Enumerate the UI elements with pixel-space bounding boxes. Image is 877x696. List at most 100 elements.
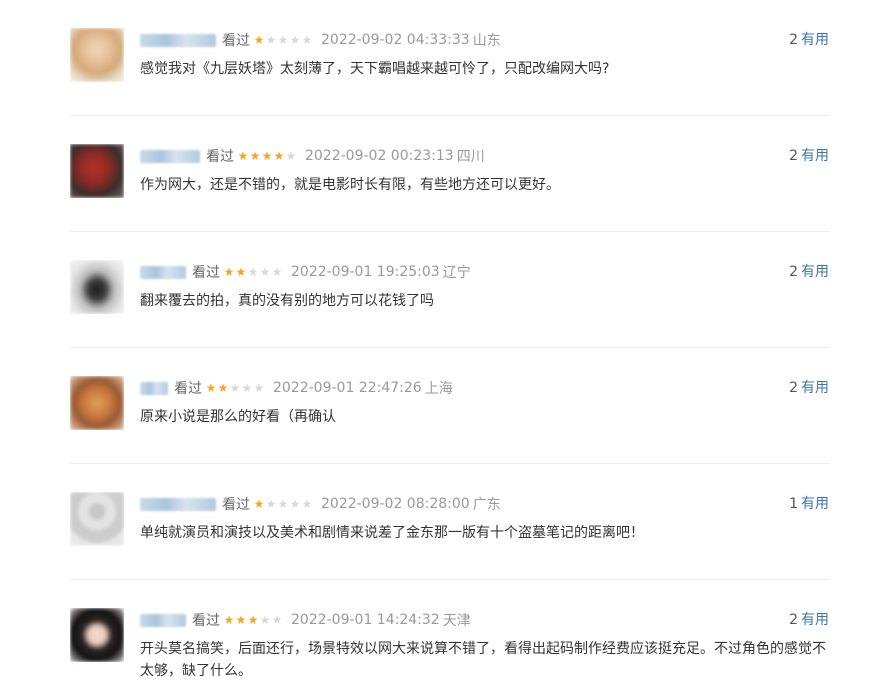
review-location: 山东 xyxy=(472,33,501,49)
star-icon: ★ xyxy=(301,33,313,47)
star-icon: ★ xyxy=(301,497,313,511)
useful-vote: 2 有用 xyxy=(789,378,829,398)
useful-count: 2 xyxy=(789,148,798,164)
rating-stars: ★ ★ ★ ★ ★ xyxy=(253,33,313,47)
star-icon: ★ xyxy=(247,613,259,627)
review-list: 看过 ★ ★ ★ ★ ★ 2022-09-02 04:33:33 山东 2 有用 感觉我对… xyxy=(70,0,829,696)
review-meta: 看过 ★ ★ ★ ★ ★ 2022-09-01 14:24:32 天津 xyxy=(140,610,471,630)
useful-button[interactable]: 有用 xyxy=(801,264,829,280)
star-icon: ★ xyxy=(277,497,289,511)
watched-label: 看过 xyxy=(206,149,234,165)
review-content: 开头莫名搞笑，后面还行，场景特效以网大来说算不错了，看得出起码制作经费应该挺充足… xyxy=(140,641,826,679)
useful-count: 2 xyxy=(789,264,798,280)
useful-vote: 2 有用 xyxy=(789,262,829,282)
user-avatar[interactable] xyxy=(70,492,124,546)
review-content: 原来小说是那么的好看（再确认 xyxy=(140,409,336,425)
star-icon: ★ xyxy=(253,381,265,395)
watched-label: 看过 xyxy=(222,497,250,513)
useful-count: 2 xyxy=(789,32,798,48)
watched-label: 看过 xyxy=(174,381,202,397)
star-icon: ★ xyxy=(241,381,253,395)
review-location: 辽宁 xyxy=(442,265,471,281)
user-avatar[interactable] xyxy=(70,28,124,82)
user-avatar[interactable] xyxy=(70,608,124,662)
star-icon: ★ xyxy=(235,265,247,279)
review-date: 2022-09-02 04:33:33 xyxy=(321,32,470,48)
review-item: 看过 ★ ★ ★ ★ ★ 2022-09-02 00:23:13 四川 2 有用 作为网大… xyxy=(70,116,829,232)
review-date: 2022-09-01 22:47:26 xyxy=(273,380,422,396)
star-icon: ★ xyxy=(247,265,259,279)
review-item: 看过 ★ ★ ★ ★ ★ 2022-09-01 22:47:26 上海 2 有用 原来小说… xyxy=(70,348,829,464)
useful-count: 2 xyxy=(789,612,798,628)
useful-vote: 2 有用 xyxy=(789,610,829,630)
star-icon: ★ xyxy=(253,33,265,47)
review-meta: 看过 ★ ★ ★ ★ ★ 2022-09-01 19:25:03 辽宁 xyxy=(140,262,471,282)
star-icon: ★ xyxy=(253,497,265,511)
star-icon: ★ xyxy=(229,381,241,395)
useful-vote: 2 有用 xyxy=(789,146,829,166)
username-blurred[interactable] xyxy=(140,497,216,511)
useful-vote: 1 有用 xyxy=(789,494,829,514)
review-meta: 看过 ★ ★ ★ ★ ★ 2022-09-02 08:28:00 广东 xyxy=(140,494,501,514)
rating-stars: ★ ★ ★ ★ ★ xyxy=(237,149,297,163)
review-item: 看过 ★ ★ ★ ★ ★ 2022-09-01 14:24:32 天津 2 有用 开头莫名… xyxy=(70,580,829,696)
useful-count: 2 xyxy=(789,380,798,396)
review-item: 看过 ★ ★ ★ ★ ★ 2022-09-02 04:33:33 山东 2 有用 感觉我对… xyxy=(70,0,829,116)
rating-stars: ★ ★ ★ ★ ★ xyxy=(223,613,283,627)
review-content: 感觉我对《九层妖塔》太刻薄了，天下霸唱越来越可怜了，只配改编网大吗? xyxy=(140,61,610,77)
user-avatar[interactable] xyxy=(70,260,124,314)
star-icon: ★ xyxy=(249,149,261,163)
review-item: 看过 ★ ★ ★ ★ ★ 2022-09-02 08:28:00 广东 1 有用 单纯就演… xyxy=(70,464,829,580)
star-icon: ★ xyxy=(289,33,301,47)
star-icon: ★ xyxy=(205,381,217,395)
review-date: 2022-09-01 19:25:03 xyxy=(291,264,440,280)
useful-button[interactable]: 有用 xyxy=(801,496,829,512)
useful-count: 1 xyxy=(789,496,798,512)
star-icon: ★ xyxy=(265,33,277,47)
star-icon: ★ xyxy=(259,265,271,279)
star-icon: ★ xyxy=(223,613,235,627)
review-content: 翻来覆去的拍，真的没有别的地方可以花钱了吗 xyxy=(140,293,434,309)
star-icon: ★ xyxy=(273,149,285,163)
star-icon: ★ xyxy=(285,149,297,163)
rating-stars: ★ ★ ★ ★ ★ xyxy=(253,497,313,511)
rating-stars: ★ ★ ★ ★ ★ xyxy=(223,265,283,279)
star-icon: ★ xyxy=(271,265,283,279)
watched-label: 看过 xyxy=(192,265,220,281)
review-location: 四川 xyxy=(456,149,485,165)
star-icon: ★ xyxy=(261,149,273,163)
useful-vote: 2 有用 xyxy=(789,30,829,50)
rating-stars: ★ ★ ★ ★ ★ xyxy=(205,381,265,395)
username-blurred[interactable] xyxy=(140,381,168,395)
review-date: 2022-09-01 14:24:32 xyxy=(291,612,440,628)
review-location: 天津 xyxy=(442,613,471,629)
review-item: 看过 ★ ★ ★ ★ ★ 2022-09-01 19:25:03 辽宁 2 有用 翻来覆去… xyxy=(70,232,829,348)
review-content: 作为网大，还是不错的，就是电影时长有限，有些地方还可以更好。 xyxy=(140,177,560,193)
star-icon: ★ xyxy=(237,149,249,163)
username-blurred[interactable] xyxy=(140,149,200,163)
username-blurred[interactable] xyxy=(140,265,186,279)
user-avatar[interactable] xyxy=(70,144,124,198)
watched-label: 看过 xyxy=(222,33,250,49)
useful-button[interactable]: 有用 xyxy=(801,148,829,164)
review-content: 单纯就演员和演技以及美术和剧情来说差了金东那一版有十个盗墓笔记的距离吧！ xyxy=(140,525,644,541)
useful-button[interactable]: 有用 xyxy=(801,380,829,396)
useful-button[interactable]: 有用 xyxy=(801,32,829,48)
username-blurred[interactable] xyxy=(140,33,216,47)
review-meta: 看过 ★ ★ ★ ★ ★ 2022-09-02 00:23:13 四川 xyxy=(140,146,485,166)
review-meta: 看过 ★ ★ ★ ★ ★ 2022-09-01 22:47:26 上海 xyxy=(140,378,453,398)
useful-button[interactable]: 有用 xyxy=(801,612,829,628)
review-location: 广东 xyxy=(472,497,501,513)
user-avatar[interactable] xyxy=(70,376,124,430)
star-icon: ★ xyxy=(271,613,283,627)
star-icon: ★ xyxy=(217,381,229,395)
star-icon: ★ xyxy=(235,613,247,627)
review-location: 上海 xyxy=(424,381,453,397)
review-date: 2022-09-02 00:23:13 xyxy=(305,148,454,164)
star-icon: ★ xyxy=(223,265,235,279)
star-icon: ★ xyxy=(289,497,301,511)
star-icon: ★ xyxy=(277,33,289,47)
username-blurred[interactable] xyxy=(140,613,186,627)
review-meta: 看过 ★ ★ ★ ★ ★ 2022-09-02 04:33:33 山东 xyxy=(140,30,501,50)
review-date: 2022-09-02 08:28:00 xyxy=(321,496,470,512)
